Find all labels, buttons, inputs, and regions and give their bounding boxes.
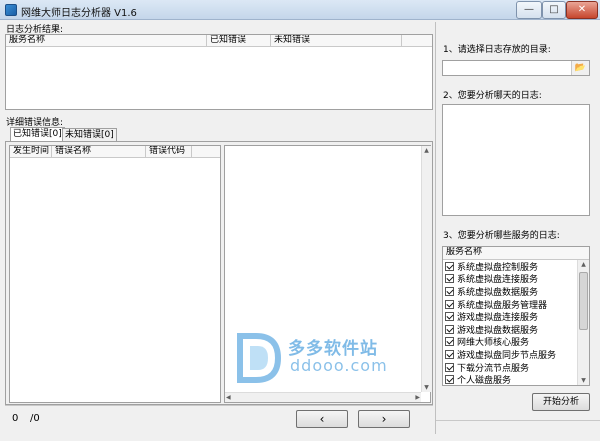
tab-unknown-errors[interactable]: 未知错误[0]	[62, 128, 117, 141]
log-results-header: 服务名称 已知错误 未知错误	[6, 35, 432, 47]
maximize-button[interactable]: □	[542, 1, 566, 19]
service-item[interactable]: 游戏虚拟盘连接服务	[443, 310, 589, 323]
error-list[interactable]: 发生时间 错误名称 错误代码	[9, 145, 221, 403]
column-error-name[interactable]: 错误名称	[52, 146, 146, 157]
step2-label: 2、您要分析哪天的日志:	[443, 91, 542, 101]
date-list[interactable]	[442, 104, 590, 216]
service-item[interactable]: 系统虚拟盘连接服务	[443, 273, 589, 286]
column-filler	[402, 35, 432, 46]
prev-page-button[interactable]: ‹	[296, 410, 348, 428]
window-title: 网维大师日志分析器 V1.6	[21, 8, 137, 19]
service-item[interactable]: 系统虚拟盘数据服务	[443, 285, 589, 298]
services-header: 服务名称	[443, 247, 589, 260]
app-icon	[5, 4, 17, 16]
service-label: 下载分流节点服务	[457, 363, 530, 374]
pager-total: /0	[30, 413, 40, 424]
service-checkbox[interactable]	[445, 274, 454, 284]
column-known-errors[interactable]: 已知错误	[207, 35, 271, 46]
services-rows: 系统虚拟盘控制服务 系统虚拟盘连接服务 系统虚拟盘数据服务 系统虚拟盘服务管理器 游戏虚…	[443, 260, 589, 386]
services-list[interactable]: 服务名称 系统虚拟盘控制服务 系统虚拟盘连接服务 系统虚拟盘数据服务 系统虚拟盘服务管…	[442, 246, 590, 386]
directory-input[interactable]	[442, 60, 590, 76]
service-label: 系统虚拟盘连接服务	[457, 275, 539, 286]
watermark-en-text: ddooo.com	[290, 356, 388, 375]
service-checkbox[interactable]	[445, 375, 454, 385]
panel-divider	[435, 22, 436, 434]
service-label: 游戏虚拟盘同步节点服务	[457, 350, 557, 361]
close-button[interactable]: ✕	[566, 1, 598, 19]
status-bar	[436, 420, 600, 441]
next-page-button[interactable]: ›	[358, 410, 410, 428]
services-scrollbar[interactable]: ▲ ▼	[577, 260, 589, 385]
scroll-right-arrow[interactable]: ▶	[415, 393, 420, 402]
service-checkbox[interactable]	[445, 324, 454, 334]
service-label: 系统虚拟盘数据服务	[457, 287, 539, 298]
service-item[interactable]: 系统虚拟盘控制服务	[443, 260, 589, 273]
service-checkbox[interactable]	[445, 261, 454, 271]
service-item[interactable]: 下载分流节点服务	[443, 361, 589, 374]
scroll-up-arrow[interactable]: ▲	[422, 146, 431, 155]
service-checkbox[interactable]	[445, 349, 454, 359]
service-label: 游戏虚拟盘连接服务	[457, 313, 539, 324]
start-analysis-button[interactable]: 开始分析	[532, 393, 590, 411]
column-unknown-errors[interactable]: 未知错误	[271, 35, 402, 46]
service-item[interactable]: 网维大师核心服务	[443, 336, 589, 349]
watermark-d-inner	[250, 346, 268, 370]
service-item[interactable]: 系统虚拟盘服务管理器	[443, 298, 589, 311]
column-error-code[interactable]: 错误代码	[146, 146, 192, 157]
services-scroll-down[interactable]: ▼	[578, 376, 589, 385]
minimize-button[interactable]: —	[516, 1, 542, 19]
step1-label: 1、请选择日志存放的目录:	[443, 45, 551, 55]
tab-known-errors[interactable]: 已知错误[0]	[10, 127, 65, 142]
log-results-table[interactable]: 服务名称 已知错误 未知错误	[5, 34, 433, 110]
column-filler	[192, 146, 220, 157]
detail-horizontal-scrollbar[interactable]: ◀ ▶	[225, 392, 421, 402]
service-label: 系统虚拟盘控制服务	[457, 262, 539, 273]
step3-label: 3、您要分析哪些服务的日志:	[443, 231, 560, 241]
service-checkbox[interactable]	[445, 299, 454, 309]
column-service-name[interactable]: 服务名称	[6, 35, 207, 46]
scroll-left-arrow[interactable]: ◀	[226, 393, 231, 402]
service-label: 游戏虚拟盘数据服务	[457, 325, 539, 336]
pager-current: 0	[12, 413, 19, 424]
service-label: 个人磁盘服务	[457, 376, 512, 387]
service-checkbox[interactable]	[445, 286, 454, 296]
browse-folder-icon[interactable]: 📂	[571, 61, 589, 75]
service-checkbox[interactable]	[445, 362, 454, 372]
service-item[interactable]: 个人磁盘服务	[443, 373, 589, 386]
column-services-name[interactable]: 服务名称	[443, 247, 577, 259]
error-list-header: 发生时间 错误名称 错误代码	[10, 146, 220, 158]
service-item[interactable]: 游戏虚拟盘数据服务	[443, 323, 589, 336]
service-label: 系统虚拟盘服务管理器	[457, 300, 548, 311]
service-label: 网维大师核心服务	[457, 338, 530, 349]
services-scroll-up[interactable]: ▲	[578, 260, 589, 269]
column-time[interactable]: 发生时间	[10, 146, 52, 157]
service-checkbox[interactable]	[445, 312, 454, 322]
services-scroll-thumb[interactable]	[579, 272, 588, 330]
service-checkbox[interactable]	[445, 337, 454, 347]
service-item[interactable]: 游戏虚拟盘同步节点服务	[443, 348, 589, 361]
